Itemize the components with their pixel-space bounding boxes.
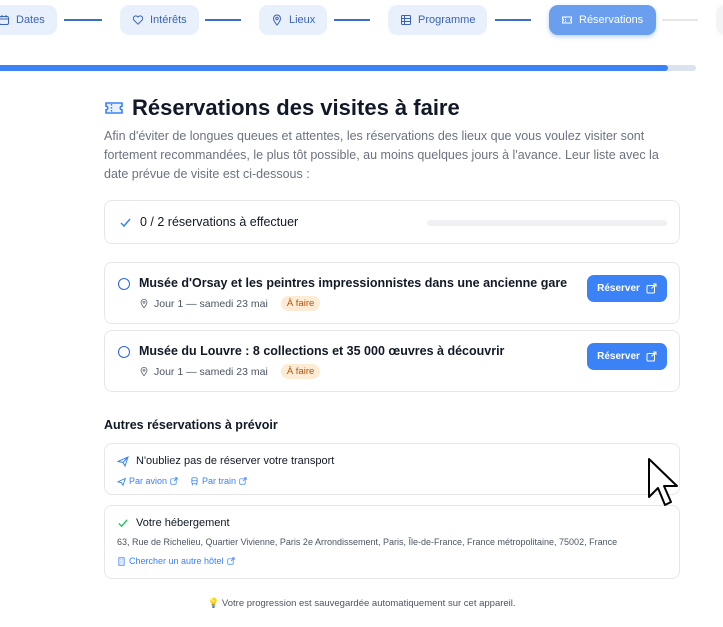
link-label: Par avion	[129, 476, 168, 486]
step-reservations[interactable]: Réservations	[549, 5, 656, 35]
lightbulb-icon: 💡	[207, 598, 220, 609]
other-reservations-title: Autres réservations à prévoir	[104, 418, 278, 432]
map-pin-icon	[140, 298, 148, 309]
hotel-card: Votre hébergement 63, Rue de Richelieu, …	[104, 505, 680, 579]
external-link-icon	[226, 557, 235, 565]
reservation-item: Musée du Louvre : 8 collections et 35 00…	[104, 330, 680, 392]
step-programme[interactable]: Programme	[388, 5, 488, 35]
reserve-button[interactable]: Réserver	[587, 343, 667, 370]
check-icon	[118, 519, 128, 528]
hotel-label: Votre hébergement	[136, 517, 230, 529]
step-interets[interactable]: Intérêts	[120, 5, 199, 35]
airplane-icon	[117, 477, 126, 486]
heart-icon	[132, 15, 144, 25]
summary-progress-bar	[427, 220, 667, 226]
calendar-icon	[0, 15, 9, 25]
hotel-header: Votre hébergement	[117, 517, 230, 529]
reserve-button[interactable]: Réserver	[587, 275, 667, 302]
reservation-item: Musée d'Orsay et les peintres impression…	[104, 262, 680, 324]
transport-label: N'oubliez pas de réserver votre transpor…	[136, 455, 335, 467]
external-link-icon	[170, 477, 178, 485]
wizard-progress-bar	[0, 65, 696, 71]
transport-card: N'oubliez pas de réserver votre transpor…	[104, 443, 680, 495]
step-label: Programme	[418, 14, 476, 26]
link-by-plane[interactable]: Par avion	[117, 476, 178, 486]
step-label: Intérêts	[150, 14, 187, 26]
step-label: Dates	[16, 14, 45, 26]
autosave-note: 💡 Votre progression est sauvegardée auto…	[0, 598, 723, 609]
page-intro: Afin d'éviter de longues queues et atten…	[104, 129, 659, 181]
transport-header: N'oubliez pas de réserver votre transpor…	[117, 455, 334, 467]
reserve-button-label: Réserver	[597, 283, 640, 294]
reservation-checkbox[interactable]	[118, 278, 130, 290]
step-label: Lieux	[289, 14, 316, 26]
external-link-icon	[239, 477, 247, 485]
step-connector	[64, 19, 102, 21]
step-connector	[495, 19, 531, 21]
link-by-train[interactable]: Par train	[190, 476, 247, 486]
reserve-button-label: Réserver	[597, 351, 640, 362]
reservation-date: Jour 1 — samedi 23 mai	[154, 297, 268, 310]
link-label: Chercher un autre hôtel	[129, 556, 224, 566]
stepper: Dates Intérêts Lieux Programme Réservati…	[0, 0, 723, 44]
reservation-name: Musée du Louvre : 8 collections et 35 00…	[139, 344, 505, 358]
step-dates[interactable]: Dates	[0, 5, 57, 35]
mouse-cursor-icon	[648, 458, 678, 506]
page-header: Réservations des visites à faire	[104, 95, 460, 121]
status-badge: À faire	[280, 364, 321, 379]
hotel-links: Chercher un autre hôtel	[117, 556, 235, 566]
step-connector	[334, 19, 370, 21]
transport-links: Par avion Par train	[117, 476, 247, 486]
step-next[interactable]	[716, 5, 723, 35]
reservation-checkbox[interactable]	[118, 346, 130, 358]
ticket-icon	[562, 16, 572, 24]
summary-label: 0 / 2 réservations à effectuer	[140, 215, 299, 229]
grid-icon	[401, 15, 411, 25]
ticket-icon	[105, 102, 123, 114]
step-lieux[interactable]: Lieux	[259, 5, 328, 35]
train-icon	[191, 476, 198, 485]
wizard-progress-fill	[0, 65, 669, 71]
map-pin-icon	[272, 14, 282, 26]
status-badge: À faire	[280, 296, 321, 311]
autosave-note-text: Votre progression est sauvegardée automa…	[221, 598, 516, 609]
search-hotel-link[interactable]: Chercher un autre hôtel	[117, 556, 235, 566]
reservation-date: Jour 1 — samedi 23 mai	[154, 365, 268, 378]
check-icon	[120, 218, 131, 227]
page-title: Réservations des visites à faire	[132, 95, 460, 120]
reservation-name: Musée d'Orsay et les peintres impression…	[139, 276, 568, 290]
step-label: Réservations	[579, 14, 644, 26]
step-connector	[662, 19, 698, 21]
reservation-meta: Jour 1 — samedi 23 mai À faire	[139, 364, 321, 379]
map-pin-icon	[140, 366, 148, 377]
reservation-summary: 0 / 2 réservations à effectuer	[104, 200, 680, 244]
step-connector	[205, 19, 241, 21]
hotel-address: 63, Rue de Richelieu, Quartier Vivienne,…	[117, 537, 618, 547]
external-link-icon	[646, 351, 657, 362]
reservation-meta: Jour 1 — samedi 23 mai À faire	[139, 296, 321, 311]
building-icon	[118, 556, 125, 566]
link-label: Par train	[202, 476, 237, 486]
external-link-icon	[646, 283, 657, 294]
airplane-icon	[117, 456, 129, 467]
